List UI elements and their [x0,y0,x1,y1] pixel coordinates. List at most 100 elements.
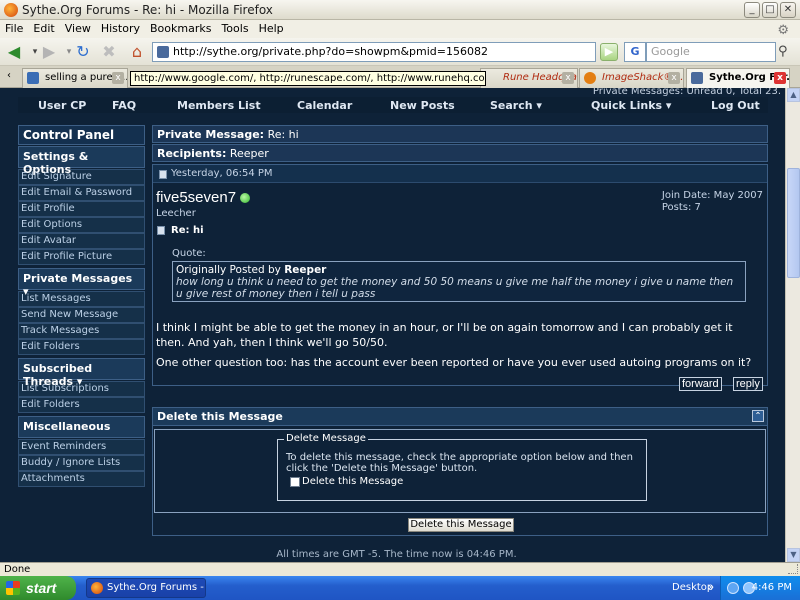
delete-checkbox[interactable] [290,477,300,487]
tab-close-icon[interactable]: x [112,72,124,84]
sidebar-item-attachments[interactable]: Attachments [18,471,145,487]
fieldset-legend: Delete Message [284,433,368,444]
sidebar-item-edit-options[interactable]: Edit Options [18,217,145,233]
forum-navbar: User CP FAQ Members List Calendar New Po… [18,97,768,113]
sidebar-item-edit-folders[interactable]: Edit Folders [18,339,145,355]
sidebar-item-edit-profile-picture[interactable]: Edit Profile Picture [18,249,145,265]
search-icon[interactable]: ⚲ [778,44,788,59]
sidebar-item-track-messages[interactable]: Track Messages [18,323,145,339]
recipients-value[interactable]: Reeper [230,147,269,160]
message-date-bar: Yesterday, 06:54 PM [153,165,767,183]
menu-bookmarks[interactable]: Bookmarks [145,20,216,37]
page-content: Private Messages: Unread 0, Total 23. Us… [0,88,785,562]
tab-scroll-left-icon[interactable]: ‹ [0,66,18,86]
maximize-button[interactable]: □ [762,2,778,18]
taskbar-firefox-window[interactable]: Sythe.Org Forums - ... [86,578,206,598]
scroll-thumb[interactable] [787,168,800,278]
author-name[interactable]: five5seven7 [156,189,236,206]
sidebar-item-event-reminders[interactable]: Event Reminders [18,439,145,455]
site-favicon [157,46,169,58]
nav-quick-links[interactable]: Quick Links ▾ [591,99,671,112]
tab-imageshack[interactable]: ImageShack® -... x [579,68,684,88]
tab-favicon [691,72,703,84]
author-rank: Leecher [156,208,196,219]
menu-help[interactable]: Help [254,20,289,37]
sidebar-item-send-new-message[interactable]: Send New Message [18,307,145,323]
nav-new-posts[interactable]: New Posts [390,99,455,112]
private-message-panel: Private Message: Re: hi Recipients: Reep… [152,125,768,391]
menu-file[interactable]: File [0,20,28,37]
tray-network-icon[interactable] [727,582,739,594]
windows-logo-icon [6,581,20,595]
stop-icon[interactable]: ✖ [98,41,120,63]
forward-button[interactable]: forward [679,377,722,391]
nav-log-out[interactable]: Log Out [711,99,760,112]
menu-edit[interactable]: Edit [28,20,59,37]
delete-checkbox-label[interactable]: Delete this Message [302,476,403,487]
sidebar-item-edit-email-password[interactable]: Edit Email & Password [18,185,145,201]
home-icon[interactable]: ⌂ [126,41,148,63]
usercp-sidebar: Control Panel Settings & Options Edit Si… [18,125,145,487]
resize-grip-icon[interactable] [788,564,798,574]
delete-message-button[interactable]: Delete this Message [408,518,514,532]
sidebar-item-list-subscriptions[interactable]: List Subscriptions [18,381,145,397]
search-input[interactable]: Google [646,42,776,62]
address-bar[interactable]: http://sythe.org/private.php?do=showpm&p… [152,42,596,62]
nav-search[interactable]: Search ▾ [490,99,542,112]
menu-history[interactable]: History [96,20,145,37]
control-panel-heading[interactable]: Control Panel [18,125,145,145]
nav-faq[interactable]: FAQ [112,99,136,112]
tab-favicon [584,72,596,84]
minimize-button[interactable]: _ [744,2,760,18]
tab-selling-pure[interactable]: selling a pure fi... x [22,68,128,88]
forward-icon[interactable]: ▶ [38,41,60,63]
subscribed-threads-heading[interactable]: Subscribed Threads ▾ [18,358,145,388]
reply-button[interactable]: reply [733,377,763,391]
reload-icon[interactable]: ↻ [72,41,94,63]
tab-close-icon[interactable]: x [668,72,680,84]
private-messages-heading[interactable]: Private Messages ▾ [18,268,145,298]
menu-tools[interactable]: Tools [216,20,253,37]
tab-close-icon[interactable]: x [774,72,786,84]
back-icon[interactable]: ◀ [3,41,25,63]
desktop-toolbar-arrow-icon[interactable]: » [708,576,714,600]
go-button[interactable]: ▶ [600,43,618,61]
recipients-label: Recipients: [157,147,227,160]
quote-author: Reeper [284,264,327,276]
status-text: Done [4,564,31,575]
quote-text: how long u think u need to get the money… [176,276,734,300]
sidebar-item-list-messages[interactable]: List Messages [18,291,145,307]
post-count: Posts: 7 [661,202,701,213]
delete-fieldset: Delete Message To delete this message, c… [277,433,647,501]
search-placeholder: Google [651,45,690,58]
menu-view[interactable]: View [60,20,96,37]
search-engine-selector[interactable]: G [624,42,646,62]
sidebar-item-edit-signature[interactable]: Edit Signature [18,169,145,185]
pm-recipients-row: Recipients: Reeper [152,144,768,162]
start-button[interactable]: start [0,576,76,600]
nav-user-cp[interactable]: User CP [38,99,86,112]
sidebar-item-buddy-ignore-lists[interactable]: Buddy / Ignore Lists [18,455,145,471]
sidebar-item-edit-avatar[interactable]: Edit Avatar [18,233,145,249]
tab-rune-headquarters[interactable]: Rune Headquar... x [480,68,578,88]
nav-members-list[interactable]: Members List [177,99,261,112]
subject-icon [157,226,165,235]
post-icon [159,170,167,179]
nav-calendar[interactable]: Calendar [297,99,352,112]
sidebar-item-edit-profile[interactable]: Edit Profile [18,201,145,217]
pm-title-value: Re: hi [267,128,299,141]
close-window-button[interactable]: ✕ [780,2,796,18]
start-label: start [26,580,57,596]
message-date: Yesterday, 06:54 PM [171,168,273,179]
delete-section-title: Delete this Message [157,410,283,423]
page-scrollbar[interactable]: ▲ ▼ [785,88,800,562]
collapse-icon[interactable]: ⌃ [752,410,764,422]
tab-sythe-forums[interactable]: Sythe.Org For... x [686,68,790,88]
delete-section-heading: Delete this Message ⌃ [153,408,767,426]
message-body-paragraph-1: I think I might be able to get the money… [156,321,733,349]
window-title: Sythe.Org Forums - Re: hi - Mozilla Fire… [22,3,273,17]
scroll-up-icon[interactable]: ▲ [787,88,800,102]
sidebar-item-edit-folders-threads[interactable]: Edit Folders [18,397,145,413]
scroll-down-icon[interactable]: ▼ [787,548,800,562]
tab-close-icon[interactable]: x [562,72,574,84]
